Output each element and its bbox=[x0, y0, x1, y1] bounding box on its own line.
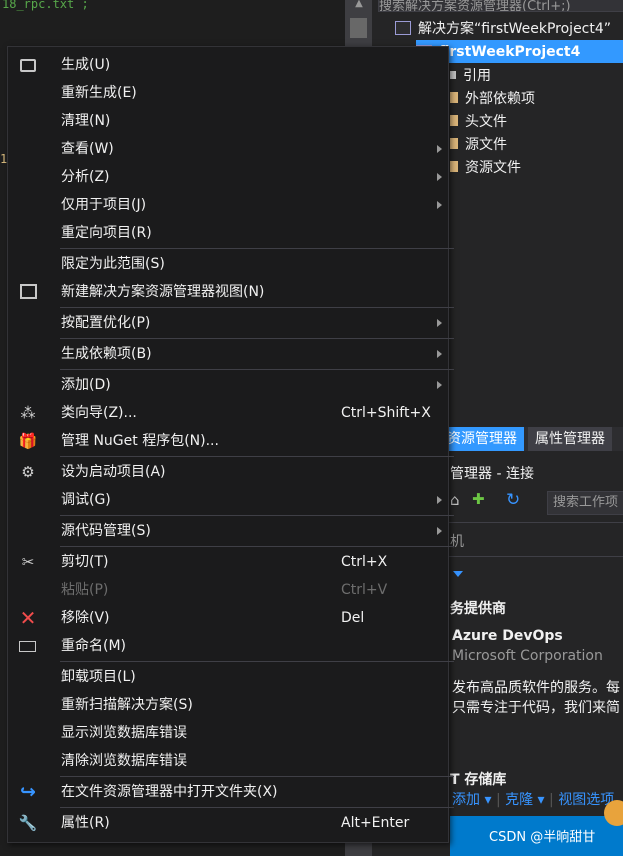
gear-icon: ⚙ bbox=[21, 463, 35, 481]
submenu-arrow-icon bbox=[437, 319, 442, 327]
menu-item-scope-to-this[interactable]: 限定为此范围(S) bbox=[16, 250, 454, 278]
menu-item-class-wizard[interactable]: ⁂ 类向导(Z)... Ctrl+Shift+X bbox=[16, 399, 454, 427]
menu-item-rescan-solution[interactable]: 重新扫描解决方案(S) bbox=[16, 691, 454, 719]
wrench-icon: 🔧 bbox=[18, 814, 38, 832]
tree-item-label: 源文件 bbox=[465, 136, 507, 153]
provider-name: Azure DevOps bbox=[452, 628, 563, 644]
scissors-icon: ✂ bbox=[21, 553, 35, 571]
menu-separator bbox=[60, 338, 454, 339]
scrollbar-thumb[interactable] bbox=[350, 18, 367, 38]
refresh-icon[interactable]: ↻ bbox=[506, 490, 520, 510]
menu-item-project-only[interactable]: 仅用于项目(J) bbox=[16, 191, 454, 219]
add-link[interactable]: 添加 bbox=[452, 792, 480, 808]
section-git-repos: T 存储库 bbox=[450, 772, 507, 788]
separator: | bbox=[549, 792, 554, 808]
submenu-arrow-icon bbox=[437, 145, 442, 153]
watermark-text: CSDN @半晌甜甘 bbox=[489, 830, 596, 845]
section-providers: 务提供商 bbox=[450, 601, 506, 617]
submenu-arrow-icon bbox=[437, 496, 442, 504]
dropdown-arrow-icon[interactable]: ▾ bbox=[480, 792, 496, 808]
menu-separator bbox=[60, 776, 454, 777]
menu-separator bbox=[60, 307, 454, 308]
work-item-search-input[interactable]: 搜索工作项 bbox=[547, 491, 623, 515]
clone-link[interactable]: 克隆 bbox=[505, 792, 533, 808]
menu-item-view[interactable]: 查看(W) bbox=[16, 135, 454, 163]
menu-item-analyze[interactable]: 分析(Z) bbox=[16, 163, 454, 191]
open-folder-arrow-icon: ↪ bbox=[20, 781, 36, 803]
remove-x-icon: ✕ bbox=[19, 606, 37, 630]
tree-item-label: 头文件 bbox=[465, 113, 507, 130]
tab-property-manager[interactable]: 属性管理器 bbox=[528, 427, 612, 451]
menu-item-add[interactable]: 添加(D) bbox=[16, 371, 454, 399]
menu-item-open-in-explorer[interactable]: ↪ 在文件资源管理器中打开文件夹(X) bbox=[16, 778, 454, 806]
repo-links: 添加 ▾ | 克隆 ▾ | 视图选项 bbox=[452, 789, 614, 809]
menu-separator bbox=[60, 456, 454, 457]
provider-description: 发布高品质软件的服务。每 bbox=[452, 680, 620, 696]
menu-item-profile-guided-optimization[interactable]: 按配置优化(P) bbox=[16, 309, 454, 337]
class-wizard-icon: ⁂ bbox=[20, 404, 36, 422]
tree-item-label: 解决方案“firstWeekProject4” bbox=[418, 20, 612, 37]
tree-item-external-deps[interactable]: 外部依赖项 bbox=[450, 86, 535, 109]
scroll-up-icon[interactable]: ▲ bbox=[351, 0, 367, 9]
build-icon bbox=[18, 55, 38, 75]
submenu-arrow-icon bbox=[437, 350, 442, 358]
solution-search-input[interactable]: 搜索解决方案资源管理器(Ctrl+;) bbox=[378, 0, 623, 12]
menu-item-rebuild[interactable]: 重新生成(E) bbox=[16, 79, 454, 107]
menu-item-cut[interactable]: ✂ 剪切(T) Ctrl+X bbox=[16, 548, 454, 576]
menu-separator bbox=[60, 661, 454, 662]
menu-item-rename[interactable]: 重命名(M) bbox=[16, 632, 454, 660]
menu-item-unload-project[interactable]: 卸载项目(L) bbox=[16, 663, 454, 691]
menu-item-show-db-errors[interactable]: 显示浏览数据库错误 bbox=[16, 719, 454, 747]
connect-icon[interactable]: ✚ bbox=[472, 490, 485, 508]
provider-company: Microsoft Corporation bbox=[452, 648, 603, 664]
chevron-down-icon[interactable] bbox=[453, 571, 463, 577]
submenu-arrow-icon bbox=[437, 381, 442, 389]
menu-item-retarget[interactable]: 重定向项目(R) bbox=[16, 219, 454, 247]
menu-item-remove[interactable]: ✕ 移除(V) Del bbox=[16, 604, 454, 632]
tree-item-header-files[interactable]: 头文件 bbox=[450, 109, 507, 132]
menu-separator bbox=[60, 546, 454, 547]
nuget-icon: 🎁 bbox=[18, 432, 38, 450]
tree-item-label: 外部依赖项 bbox=[465, 90, 535, 107]
menu-separator bbox=[60, 515, 454, 516]
menu-item-set-startup[interactable]: ⚙ 设为启动项目(A) bbox=[16, 458, 454, 486]
avatar bbox=[604, 800, 623, 826]
solution-icon bbox=[395, 20, 411, 35]
tree-item-solution[interactable]: 解决方案“firstWeekProject4” bbox=[395, 16, 623, 39]
dropdown-arrow-icon[interactable]: ▾ bbox=[533, 792, 549, 808]
menu-item-manage-nuget[interactable]: 🎁 管理 NuGet 程序包(N)... bbox=[16, 427, 454, 455]
menu-item-new-explorer-view[interactable]: 新建解决方案资源管理器视图(N) bbox=[16, 278, 454, 306]
menu-item-build-dependencies[interactable]: 生成依赖项(B) bbox=[16, 340, 454, 368]
menu-item-source-control[interactable]: 源代码管理(S) bbox=[16, 517, 454, 545]
menu-item-build[interactable]: 生成(U) bbox=[16, 51, 454, 79]
context-menu: 生成(U) 重新生成(E) 清理(N) 查看(W) 分析(Z) 仅用于项目(J)… bbox=[7, 46, 454, 843]
menu-separator bbox=[60, 807, 454, 808]
menu-item-clean[interactable]: 清理(N) bbox=[16, 107, 454, 135]
tree-item-resource-files[interactable]: 资源文件 bbox=[450, 155, 521, 178]
menu-item-clear-db-errors[interactable]: 清除浏览数据库错误 bbox=[16, 747, 454, 775]
tree-item-label: 资源文件 bbox=[465, 159, 521, 176]
submenu-arrow-icon bbox=[437, 527, 442, 535]
new-window-icon bbox=[18, 282, 38, 302]
menu-separator bbox=[60, 369, 454, 370]
editor-code-line: 18_rpc.txt ; bbox=[2, 0, 89, 11]
team-explorer-title: 管理器 - 连接 bbox=[450, 466, 534, 482]
submenu-arrow-icon bbox=[437, 173, 442, 181]
tree-item-source-files[interactable]: 源文件 bbox=[450, 132, 507, 155]
menu-item-paste[interactable]: 粘贴(P) Ctrl+V bbox=[16, 576, 454, 604]
provider-description: 只需专注于代码，我们来简 bbox=[452, 700, 620, 716]
menu-item-properties[interactable]: 🔧 属性(R) Alt+Enter bbox=[16, 809, 454, 837]
submenu-arrow-icon bbox=[437, 201, 442, 209]
tree-item-label: 引用 bbox=[463, 67, 491, 84]
rename-icon bbox=[18, 636, 38, 656]
separator: | bbox=[495, 792, 501, 808]
tree-item-references[interactable]: 引用 bbox=[450, 63, 491, 86]
tree-item-label: firstWeekProject4 bbox=[439, 43, 581, 60]
menu-item-debug[interactable]: 调试(G) bbox=[16, 486, 454, 514]
menu-separator bbox=[60, 248, 454, 249]
